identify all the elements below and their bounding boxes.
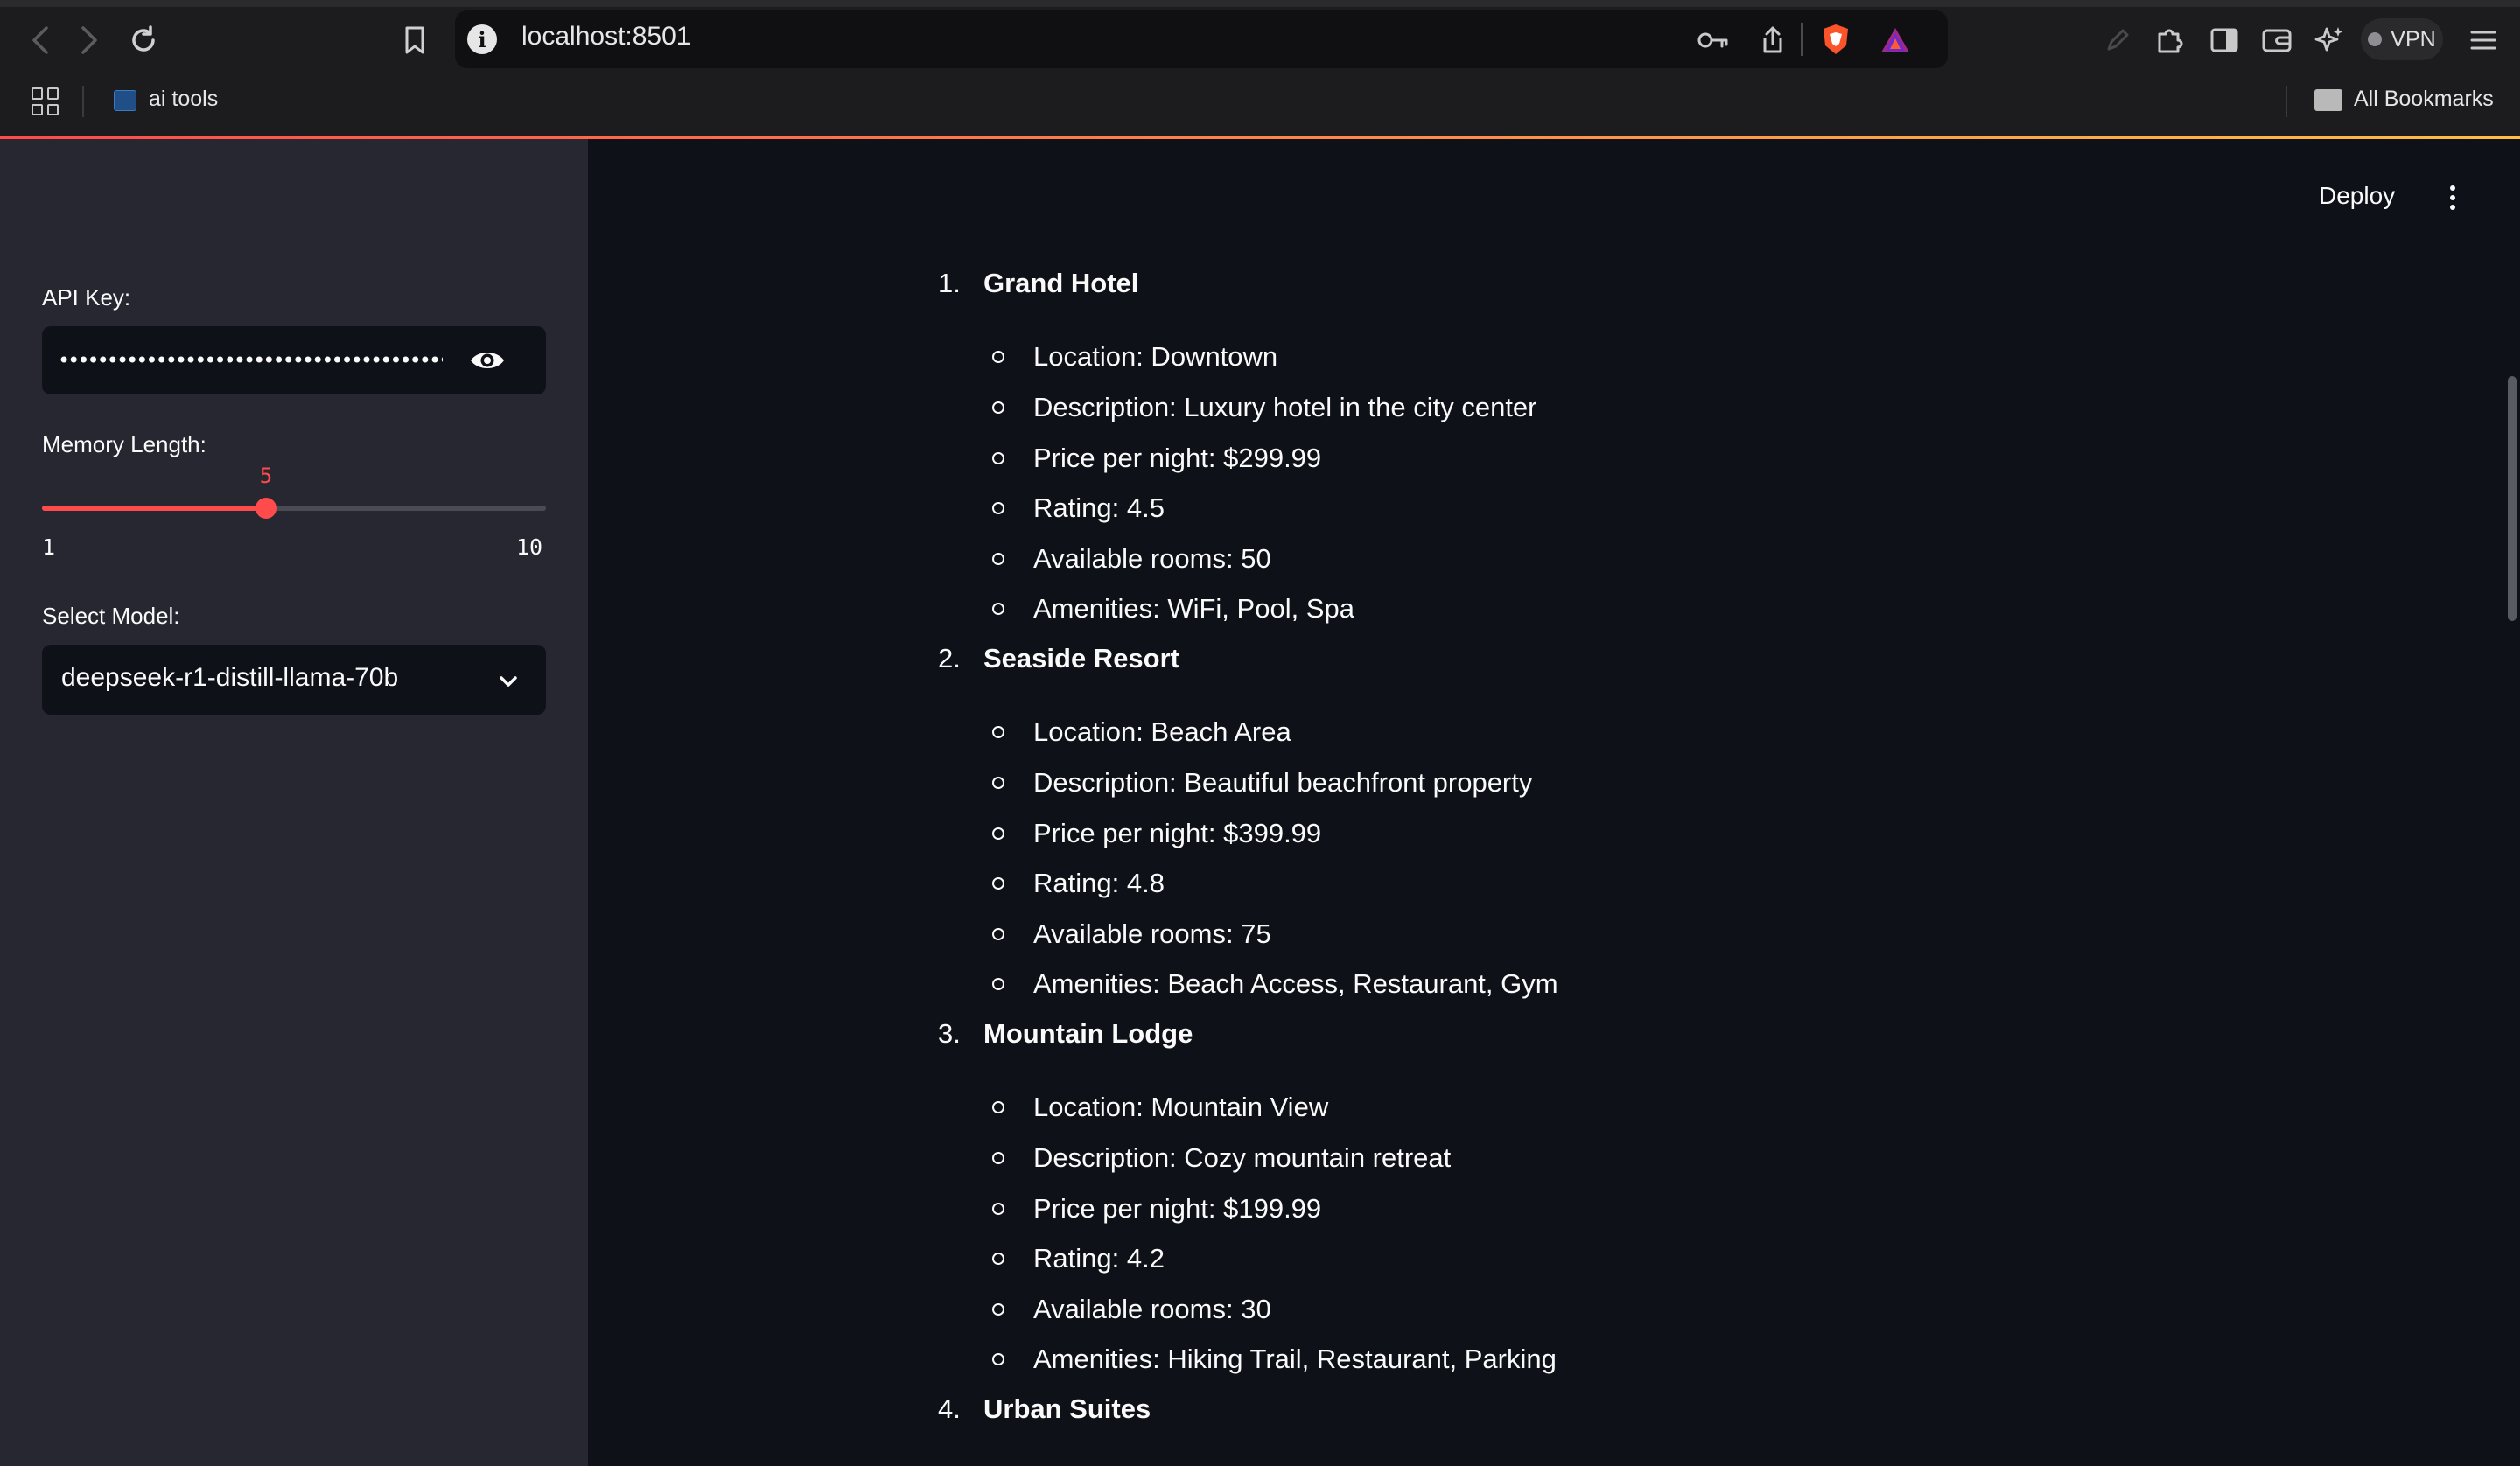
key-icon[interactable]	[1696, 24, 1731, 56]
bookmarks-divider-right	[2286, 86, 2287, 117]
hotel-detail: Rating: 4.2	[1033, 1243, 1165, 1274]
bullet-icon	[992, 827, 1004, 840]
hotel-detail: Rating: 4.8	[1033, 868, 1165, 898]
share-icon[interactable]	[1755, 23, 1790, 58]
list-number: 4.	[938, 1393, 961, 1424]
hotel-name: Grand Hotel	[984, 268, 1139, 298]
hotel-detail: Amenities: Hiking Trail, Restaurant, Par…	[1033, 1344, 1557, 1374]
extensions-icon[interactable]	[2152, 23, 2188, 58]
folder-icon	[2314, 89, 2342, 111]
hotel-name: Mountain Lodge	[984, 1018, 1194, 1049]
hotel-detail: Location: Mountain View	[1033, 1092, 1329, 1122]
hotel-detail: Amenities: Beach Access, Restaurant, Gym	[1033, 968, 1558, 999]
eye-icon	[471, 353, 504, 368]
hotel-detail: Description: Beautiful beachfront proper…	[1033, 767, 1533, 798]
hotel-detail: Location: Downtown	[1033, 341, 1278, 372]
list-number: 2.	[938, 643, 961, 674]
bullet-icon	[992, 502, 1004, 514]
bullet-icon	[992, 1353, 1004, 1365]
menu-icon[interactable]	[2466, 23, 2501, 58]
hotel-detail: Available rooms: 75	[1033, 918, 1271, 949]
wallet-icon[interactable]	[2259, 23, 2294, 58]
bullet-icon	[992, 553, 1004, 565]
main-scrollbar[interactable]	[2508, 376, 2516, 621]
window-top-edge	[0, 0, 2520, 7]
slider-max-label: 10	[516, 534, 543, 560]
show-password-button[interactable]	[464, 343, 511, 378]
hotel-detail: Price per night: $399.99	[1033, 818, 1322, 848]
all-bookmarks-link[interactable]: All Bookmarks	[2354, 87, 2494, 112]
bookmark-ai-tools[interactable]: ai tools	[149, 87, 218, 112]
more-options-icon[interactable]	[2438, 180, 2468, 215]
hotel-detail: Available rooms: 50	[1033, 543, 1271, 574]
bullet-icon	[992, 351, 1004, 363]
api-key-masked-value[interactable]: ••••••••••••••••••••••••••••••••••••••••…	[58, 347, 443, 373]
back-button[interactable]	[18, 19, 63, 61]
bullet-icon	[992, 978, 1004, 990]
vpn-button[interactable]: VPN	[2361, 18, 2443, 60]
bookmark-favicon-icon	[114, 90, 136, 111]
hotel-detail: Available rooms: 30	[1033, 1294, 1271, 1324]
select-model-label: Select Model:	[42, 603, 180, 629]
forward-button[interactable]	[66, 19, 112, 61]
reload-button[interactable]	[121, 19, 166, 61]
sidebar-toggle-icon[interactable]	[2207, 23, 2242, 58]
deploy-button[interactable]: Deploy	[2319, 182, 2395, 210]
memory-length-label: Memory Length:	[42, 431, 206, 457]
memory-slider-thumb[interactable]	[256, 498, 276, 519]
bullet-icon	[992, 777, 1004, 789]
hotel-name: Urban Suites	[984, 1393, 1152, 1424]
chevron-down-icon[interactable]	[495, 668, 522, 695]
bookmark-icon	[405, 26, 424, 54]
vpn-status-icon	[2368, 32, 2383, 46]
bookmarks-bar	[0, 75, 2520, 136]
hotel-detail: Description: Luxury hotel in the city ce…	[1033, 392, 1537, 422]
apps-grid-icon[interactable]	[32, 87, 60, 115]
chevron-left-icon	[32, 26, 48, 54]
bookmarks-divider	[82, 86, 84, 117]
bullet-icon	[992, 1203, 1004, 1215]
vpn-label: VPN	[2390, 26, 2436, 52]
list-number: 1.	[938, 268, 961, 298]
memory-slider-fill	[42, 506, 266, 511]
leo-ai-icon[interactable]	[2312, 23, 2347, 58]
chevron-right-icon	[81, 26, 97, 54]
bullet-icon	[992, 401, 1004, 414]
bullet-icon	[992, 452, 1004, 464]
main-content	[588, 139, 2520, 1466]
hotel-detail: Description: Cozy mountain retreat	[1033, 1142, 1452, 1173]
bookmark-page-button[interactable]	[392, 19, 438, 61]
bullet-icon	[992, 603, 1004, 615]
bullet-icon	[992, 877, 1004, 890]
hotel-detail: Price per night: $199.99	[1033, 1193, 1322, 1224]
bullet-icon	[992, 1101, 1004, 1113]
slider-current-value: 5	[259, 464, 273, 488]
bullet-icon	[992, 726, 1004, 738]
hotel-detail: Price per night: $299.99	[1033, 443, 1322, 473]
bullet-icon	[992, 1253, 1004, 1265]
site-info-icon[interactable]: i	[467, 24, 497, 54]
url-text[interactable]: localhost:8501	[522, 22, 690, 52]
api-key-label: API Key:	[42, 284, 131, 311]
bullet-icon	[992, 928, 1004, 940]
hotel-detail: Amenities: WiFi, Pool, Spa	[1033, 593, 1354, 624]
hotel-detail: Rating: 4.5	[1033, 492, 1165, 523]
toolbar-divider	[1801, 23, 1802, 56]
hotel-detail: Location: Beach Area	[1033, 716, 1292, 747]
brave-rewards-icon[interactable]	[1878, 23, 1913, 58]
bullet-icon	[992, 1152, 1004, 1164]
pen-icon[interactable]	[2100, 23, 2135, 58]
list-number: 3.	[938, 1018, 961, 1049]
hotel-name: Seaside Resort	[984, 643, 1180, 674]
model-select-value[interactable]: deepseek-r1-distill-llama-70b	[61, 663, 398, 693]
brave-shields-icon[interactable]	[1818, 21, 1853, 58]
bullet-icon	[992, 1303, 1004, 1316]
slider-min-label: 1	[42, 534, 56, 560]
reload-icon	[132, 25, 155, 52]
